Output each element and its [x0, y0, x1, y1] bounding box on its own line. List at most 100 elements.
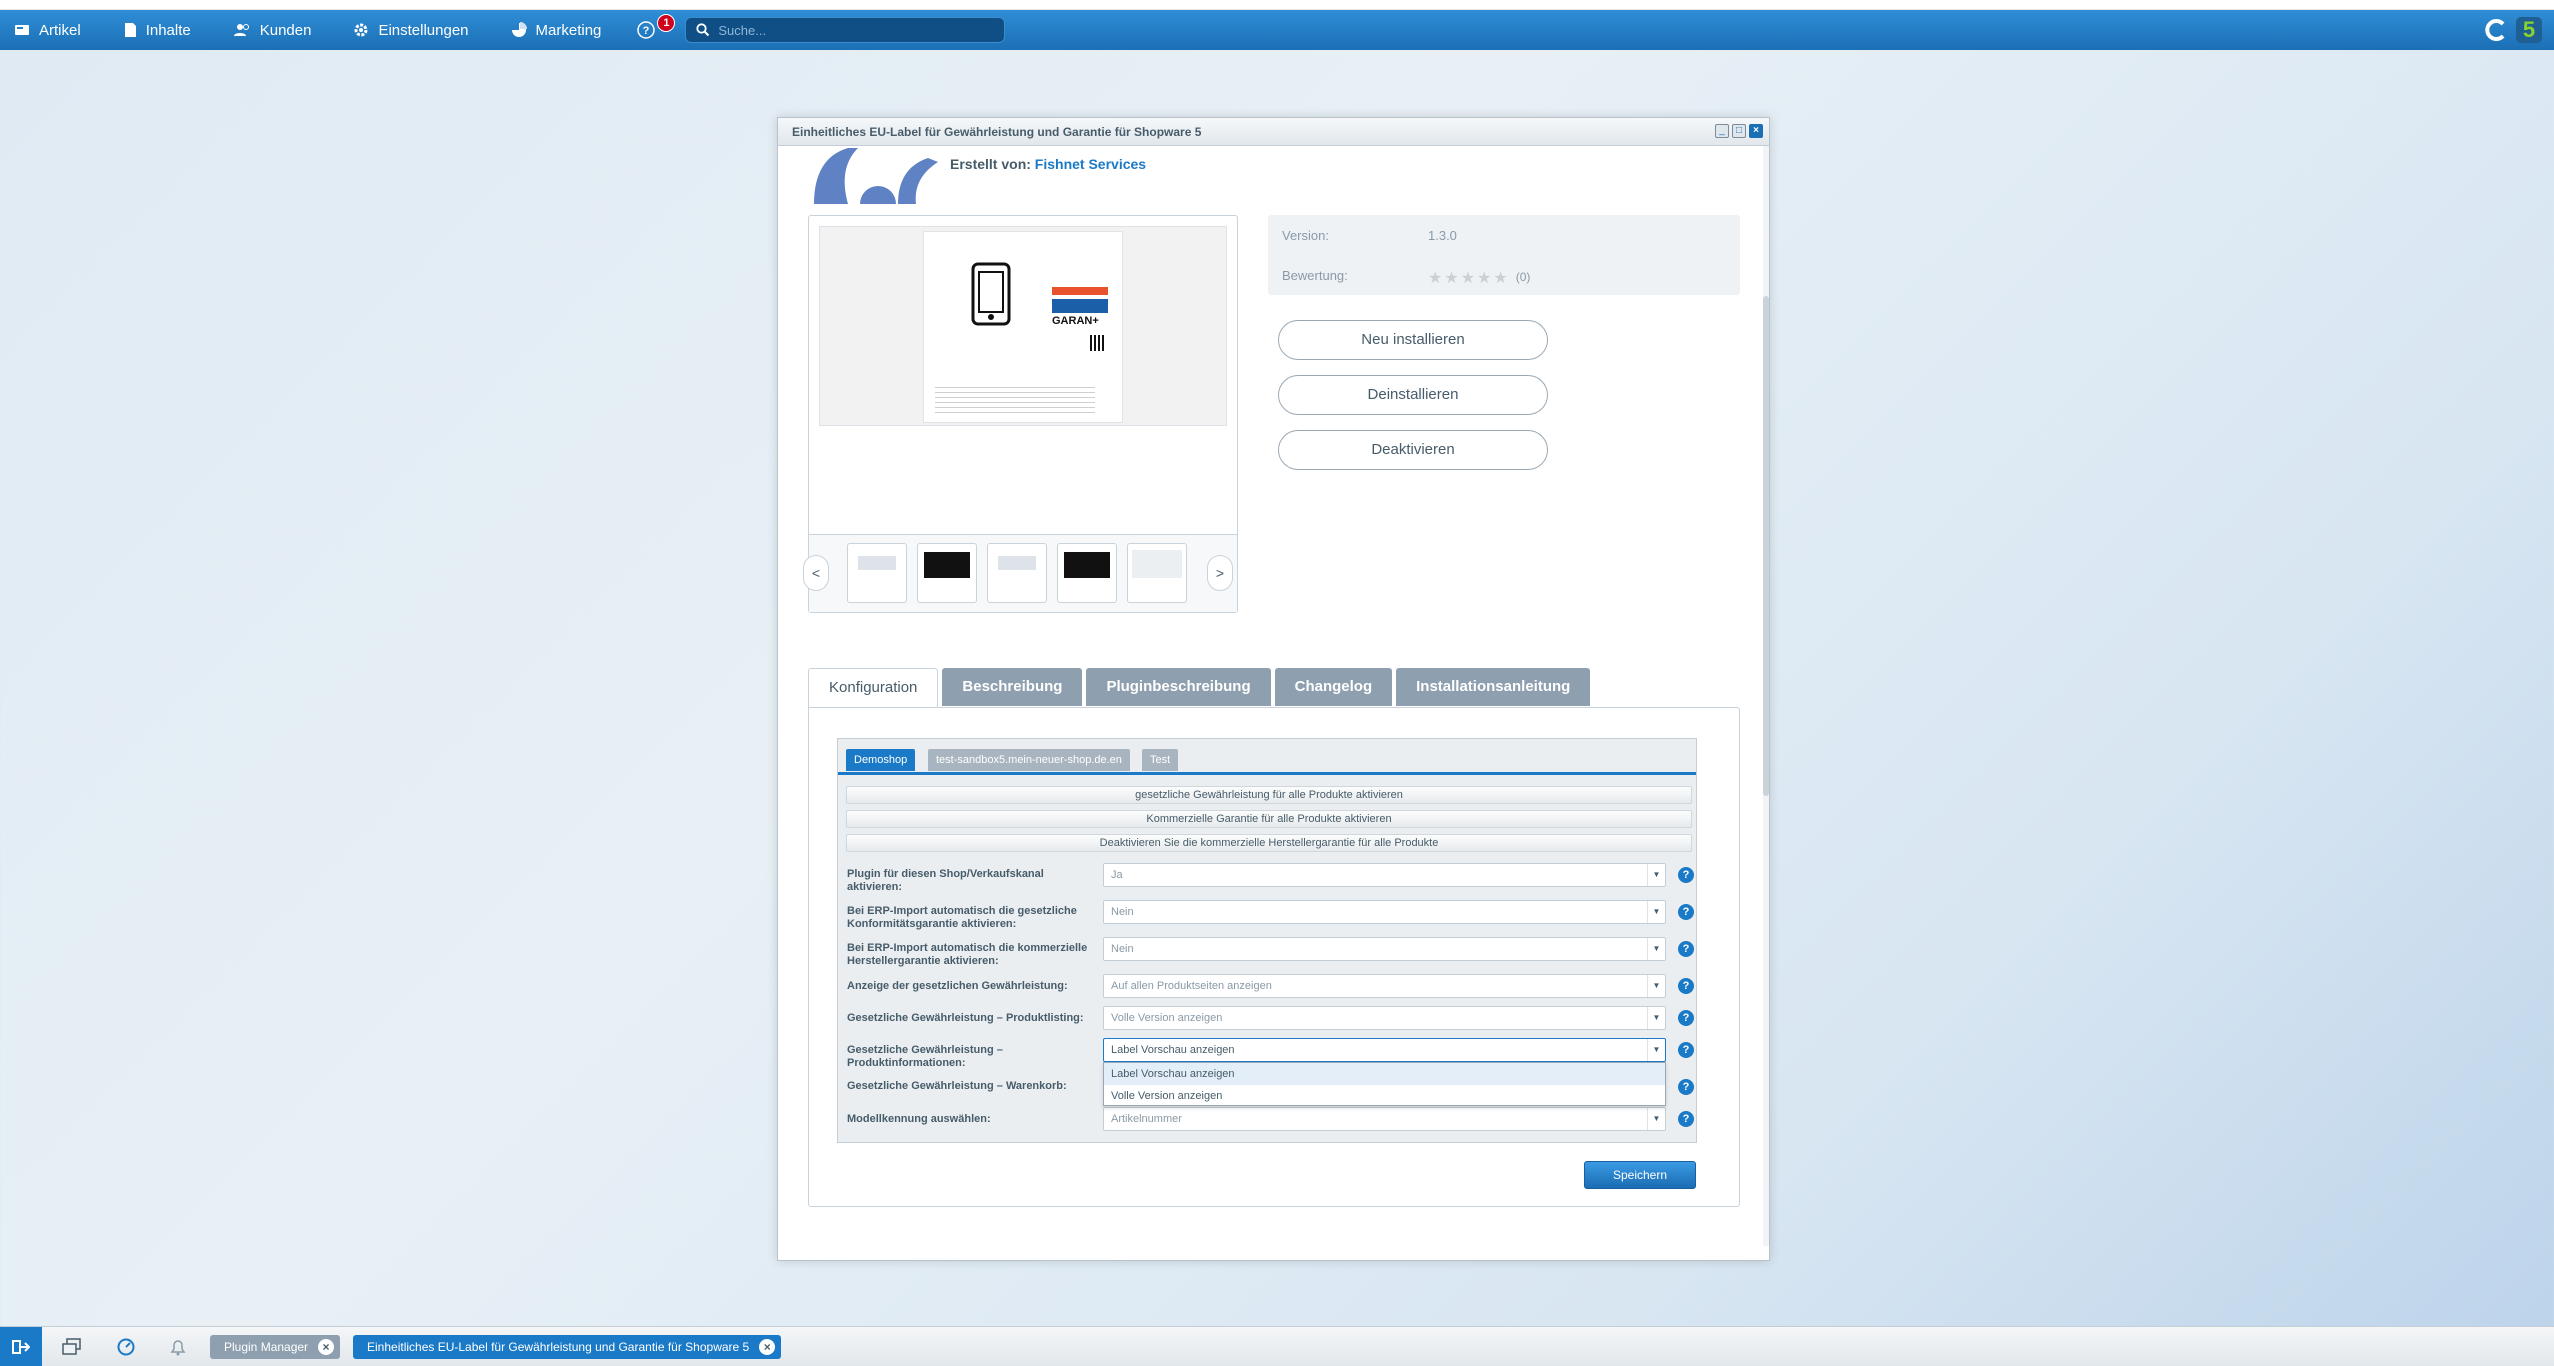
gallery-next-button[interactable]: > [1207, 555, 1233, 591]
search-icon [696, 23, 710, 37]
taskbar-tab-label: Einheitliches EU-Label für Gewährleistun… [367, 1340, 750, 1354]
window-scrollbar[interactable] [1763, 146, 1769, 1246]
thumbnail-1[interactable] [847, 543, 907, 603]
activate-commercial-guarantee-button[interactable]: Kommerzielle Garantie für alle Produkte … [846, 810, 1692, 828]
search-input[interactable] [718, 22, 989, 38]
select-value: Volle Version anzeigen [1111, 1012, 1223, 1024]
thumbnail-5[interactable] [1127, 543, 1187, 603]
chevron-down-icon[interactable]: ▼ [1647, 938, 1665, 960]
detail-tabs: Konfiguration Beschreibung Pluginbeschre… [808, 668, 1591, 708]
dashboard-icon[interactable] [116, 1338, 136, 1356]
tab-pluginbeschreibung[interactable]: Pluginbeschreibung [1086, 668, 1271, 706]
gear-icon [354, 23, 368, 37]
help-button[interactable]: ? 1 [637, 14, 676, 40]
logo-area: 5 [2484, 17, 2542, 43]
rating-label: Bewertung: [1282, 268, 1348, 283]
field-label-model-id: Modellkennung auswählen: [847, 1113, 991, 1125]
reinstall-button[interactable]: Neu installieren [1278, 320, 1548, 360]
gallery-prev-button[interactable]: < [803, 555, 829, 591]
notification-badge: 1 [657, 14, 676, 32]
shop-tab-sandbox[interactable]: test-sandbox5.mein-neuer-shop.de.en [928, 749, 1130, 771]
customers-icon [233, 24, 249, 36]
menu-item-inhalte[interactable]: Inhalte [109, 10, 205, 50]
chevron-down-icon[interactable]: ▼ [1647, 1108, 1665, 1130]
help-icon[interactable]: ? [1678, 904, 1694, 920]
browser-top-strip [0, 0, 2554, 10]
menu-item-kunden[interactable]: Kunden [219, 10, 326, 50]
uninstall-button[interactable]: Deinstallieren [1278, 375, 1548, 415]
help-icon[interactable]: ? [1678, 1010, 1694, 1026]
windows-icon[interactable] [62, 1338, 82, 1356]
tab-installationsanleitung[interactable]: Installationsanleitung [1396, 668, 1591, 706]
help-icon[interactable]: ? [1678, 941, 1694, 957]
help-icon[interactable]: ? [1678, 1079, 1694, 1095]
chevron-down-icon[interactable]: ▼ [1647, 975, 1665, 997]
author-link[interactable]: Fishnet Services [1035, 156, 1146, 172]
scroll-thumb[interactable] [1763, 296, 1769, 796]
field-label-cart: Gesetzliche Gewährleistung – Warenkorb: [847, 1080, 1067, 1092]
star-icon: ★ [1444, 270, 1459, 287]
tab-beschreibung[interactable]: Beschreibung [942, 668, 1083, 706]
menu-item-einstellungen[interactable]: Einstellungen [339, 10, 482, 50]
thumbnail-strip: < > [803, 534, 1237, 612]
start-button[interactable] [0, 1327, 42, 1366]
help-icon[interactable]: ? [1678, 978, 1694, 994]
preview-blue-bar [1052, 299, 1108, 313]
maximize-icon[interactable]: □ [1732, 124, 1746, 138]
menu-item-marketing[interactable]: Marketing [497, 10, 616, 50]
erp-commercial-select[interactable]: Nein ▼ [1103, 937, 1666, 961]
shop-tab-demoshop[interactable]: Demoshop [846, 749, 916, 771]
select-value: Auf allen Produktseiten anzeigen [1111, 980, 1272, 992]
minimize-icon[interactable]: _ [1715, 124, 1729, 138]
shopware5-logo-icon: 5 [2516, 17, 2542, 43]
help-icon[interactable]: ? [1678, 1042, 1694, 1058]
dropdown-option[interactable]: Volle Version anzeigen [1104, 1085, 1665, 1107]
bell-icon[interactable] [168, 1338, 188, 1356]
shop-tab-test[interactable]: Test [1142, 749, 1179, 771]
plugin-info-panel: Version: 1.3.0 Bewertung: ★ ★ ★ ★ ★ (0) [1268, 215, 1740, 295]
plugin-logo-icon [814, 148, 938, 204]
product-listing-select[interactable]: Volle Version anzeigen ▼ [1103, 1006, 1666, 1030]
chevron-down-icon[interactable]: ▼ [1647, 1007, 1665, 1029]
tab-changelog[interactable]: Changelog [1274, 668, 1393, 706]
menu-label: Einstellungen [378, 21, 469, 39]
version-value: 1.3.0 [1428, 228, 1457, 243]
taskbar-tab-plugin-detail[interactable]: Einheitliches EU-Label für Gewährleistun… [353, 1335, 782, 1359]
deactivate-manufacturer-guarantee-button[interactable]: Deaktivieren Sie die kommerzielle Herste… [846, 834, 1692, 852]
thumbnail-3[interactable] [987, 543, 1047, 603]
chevron-down-icon[interactable]: ▼ [1647, 864, 1665, 886]
activate-legal-warranty-button[interactable]: gesetzliche Gewährleistung für alle Prod… [846, 786, 1692, 804]
save-button[interactable]: Speichern [1584, 1161, 1696, 1189]
star-icon: ★ [1428, 270, 1443, 287]
article-icon [15, 25, 29, 35]
tab-konfiguration[interactable]: Konfiguration [808, 668, 939, 708]
plugin-active-select[interactable]: Ja ▼ [1103, 863, 1666, 887]
product-info-dropdown: Label Vorschau anzeigen Volle Version an… [1103, 1062, 1666, 1106]
close-icon[interactable]: × [1749, 124, 1763, 138]
close-icon[interactable]: × [759, 1339, 776, 1355]
help-icon[interactable]: ? [1678, 867, 1694, 883]
model-id-select[interactable]: Artikelnummer ▼ [1103, 1107, 1666, 1131]
thumbnail-4[interactable] [1057, 543, 1117, 603]
legal-display-select[interactable]: Auf allen Produktseiten anzeigen ▼ [1103, 974, 1666, 998]
preview-badge-text: GARAN+ [1052, 315, 1099, 327]
dropdown-option[interactable]: Label Vorschau anzeigen [1104, 1063, 1665, 1085]
shop-tabs: Demoshop test-sandbox5.mein-neuer-shop.d… [838, 739, 1696, 775]
deactivate-button[interactable]: Deaktivieren [1278, 430, 1548, 470]
taskbar-tab-plugin-manager[interactable]: Plugin Manager × [210, 1335, 341, 1359]
menu-label: Kunden [259, 21, 312, 39]
preview-orange-bar [1052, 287, 1108, 295]
help-icon[interactable]: ? [1678, 1111, 1694, 1127]
chevron-down-icon[interactable]: ▼ [1647, 1039, 1665, 1061]
chevron-down-icon[interactable]: ▼ [1647, 901, 1665, 923]
erp-legal-select[interactable]: Nein ▼ [1103, 900, 1666, 924]
select-value: Label Vorschau anzeigen [1111, 1044, 1235, 1056]
star-icon: ★ [1477, 270, 1492, 287]
product-info-select[interactable]: Label Vorschau anzeigen ▼ [1103, 1038, 1666, 1062]
gallery-preview-image[interactable]: GARAN+ [819, 226, 1227, 426]
help-icon: ? [637, 21, 656, 39]
search-box[interactable] [685, 17, 1006, 43]
thumbnail-2[interactable] [917, 543, 977, 603]
menu-item-artikel[interactable]: Artikel [0, 10, 95, 50]
close-icon[interactable]: × [318, 1339, 335, 1355]
